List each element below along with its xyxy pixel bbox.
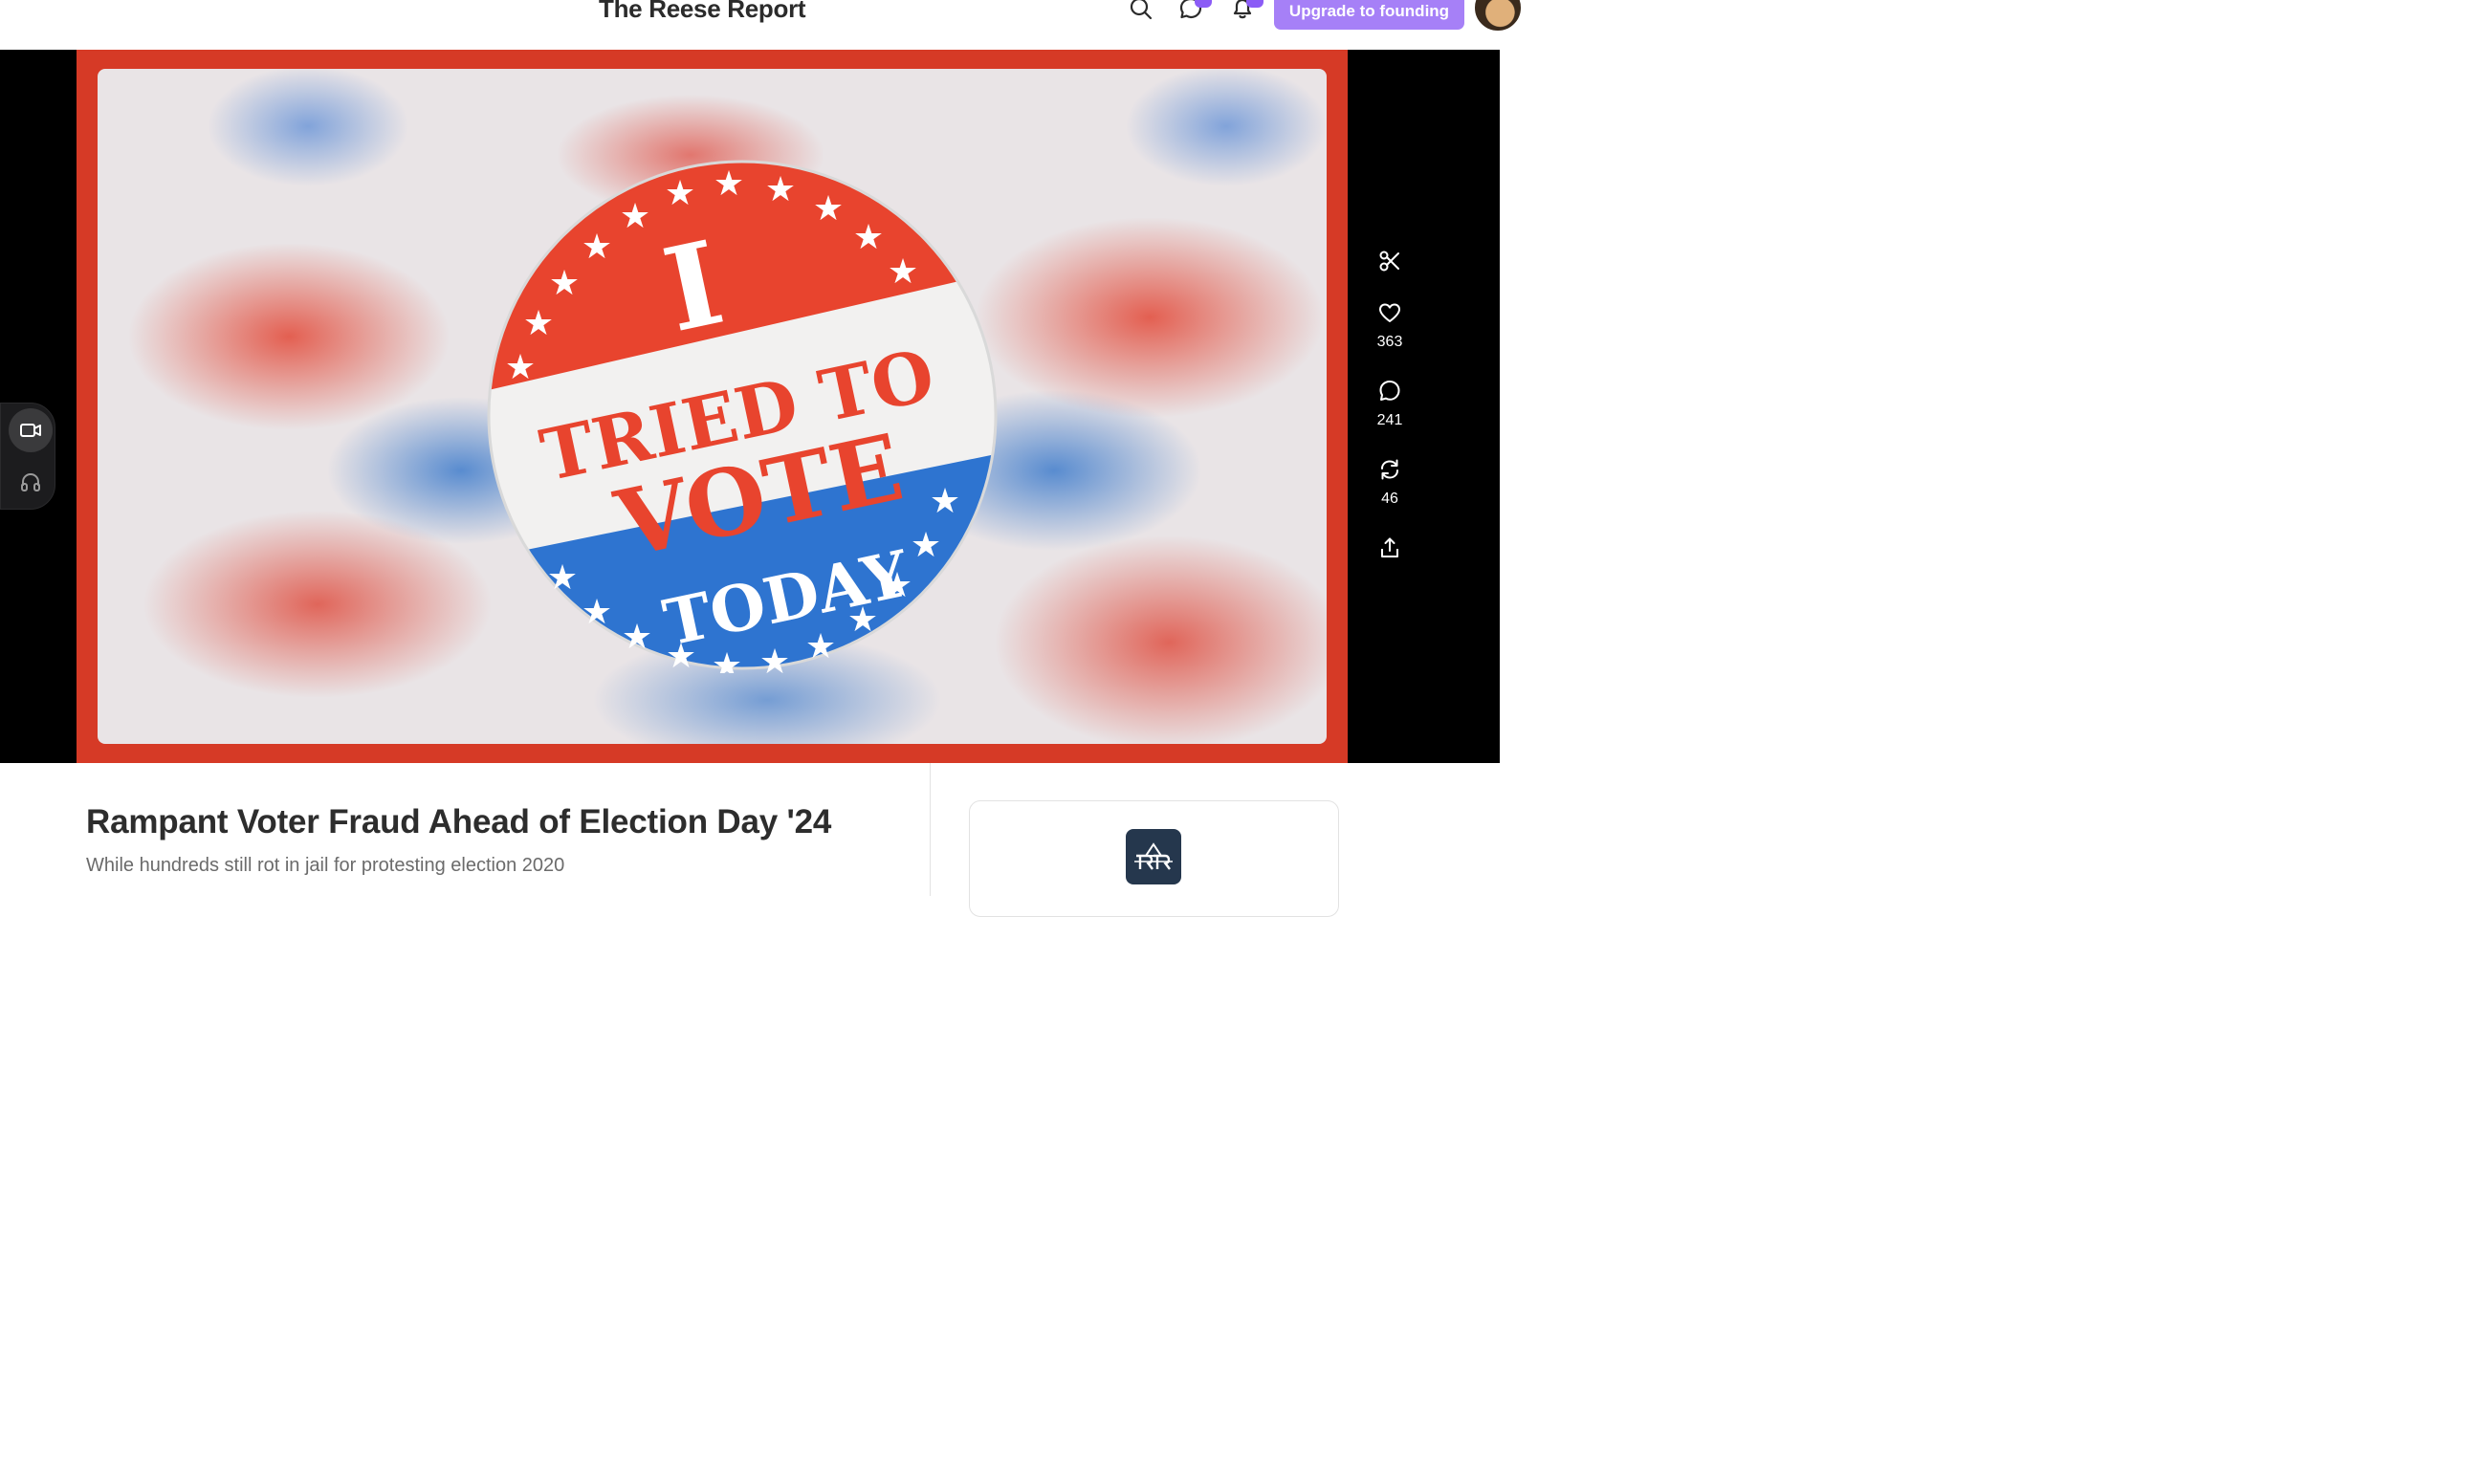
- clip-button[interactable]: [1348, 249, 1432, 278]
- heart-icon: [1379, 303, 1400, 322]
- video-mode-button[interactable]: [9, 408, 53, 452]
- restack-icon: [1381, 459, 1398, 480]
- post-actions: 363 241 46: [1348, 50, 1500, 763]
- svg-text:★: ★: [853, 218, 884, 257]
- avatar[interactable]: [1473, 0, 1523, 33]
- svg-text:★: ★: [759, 643, 790, 673]
- comment-count: 241: [1376, 412, 1403, 428]
- svg-text:★: ★: [805, 627, 836, 666]
- publication-logo[interactable]: [1126, 829, 1181, 884]
- svg-text:★: ★: [911, 526, 941, 565]
- share-icon: [1381, 537, 1398, 557]
- column-divider: [930, 763, 931, 896]
- media-player[interactable]: ★ ★ ★ ★ ★ ★ ★ ★ ★ ★ ★ ★ ★ ★ ★ ★ ★ ★ ★ ★ …: [0, 50, 1500, 763]
- scissors-icon: [1379, 251, 1399, 272]
- svg-text:★: ★: [582, 593, 612, 632]
- headphones-icon: [21, 472, 40, 491]
- publication-logo-icon: [1134, 842, 1173, 870]
- svg-text:★: ★: [547, 558, 578, 598]
- svg-text:★: ★: [549, 264, 580, 303]
- hero-image: ★ ★ ★ ★ ★ ★ ★ ★ ★ ★ ★ ★ ★ ★ ★ ★ ★ ★ ★ ★ …: [77, 50, 1348, 763]
- post-title: Rampant Voter Fraud Ahead of Election Da…: [86, 803, 832, 840]
- like-button[interactable]: 363: [1348, 300, 1432, 351]
- search-icon[interactable]: [1129, 0, 1154, 21]
- comment-button[interactable]: 241: [1348, 379, 1432, 429]
- svg-text:★: ★: [714, 164, 744, 204]
- restack-count: 46: [1381, 491, 1398, 507]
- notification-badge: [1246, 0, 1263, 8]
- svg-text:★: ★: [888, 252, 918, 292]
- chat-badge: [1195, 0, 1212, 8]
- svg-text:★: ★: [505, 348, 536, 387]
- vote-sticker: ★ ★ ★ ★ ★ ★ ★ ★ ★ ★ ★ ★ ★ ★ ★ ★ ★ ★ ★ ★ …: [487, 160, 998, 673]
- svg-text:★: ★: [765, 170, 796, 209]
- media-mode-toggle: [0, 403, 55, 510]
- svg-text:★: ★: [665, 174, 695, 213]
- svg-text:★: ★: [622, 618, 652, 657]
- like-count: 363: [1376, 334, 1403, 350]
- publication-title[interactable]: The Reese Report: [599, 0, 806, 24]
- share-button[interactable]: [1348, 535, 1432, 565]
- svg-text:★: ★: [523, 304, 554, 343]
- audio-mode-button[interactable]: [9, 460, 53, 504]
- comment-icon: [1379, 381, 1400, 401]
- hero-background: ★ ★ ★ ★ ★ ★ ★ ★ ★ ★ ★ ★ ★ ★ ★ ★ ★ ★ ★ ★ …: [98, 69, 1327, 744]
- svg-text:★: ★: [582, 228, 612, 267]
- upgrade-button[interactable]: Upgrade to founding: [1274, 0, 1464, 30]
- post-subtitle: While hundreds still rot in jail for pro…: [86, 855, 565, 876]
- svg-text:★: ★: [813, 189, 844, 229]
- post-content: Rampant Voter Fraud Ahead of Election Da…: [0, 763, 1500, 917]
- publication-card[interactable]: [969, 800, 1339, 917]
- svg-text:★: ★: [930, 482, 960, 521]
- top-bar: The Reese Report Upgrade to founding: [0, 0, 1523, 50]
- svg-text:★: ★: [620, 197, 650, 236]
- video-camera-icon: [20, 424, 41, 437]
- restack-button[interactable]: 46: [1348, 457, 1432, 508]
